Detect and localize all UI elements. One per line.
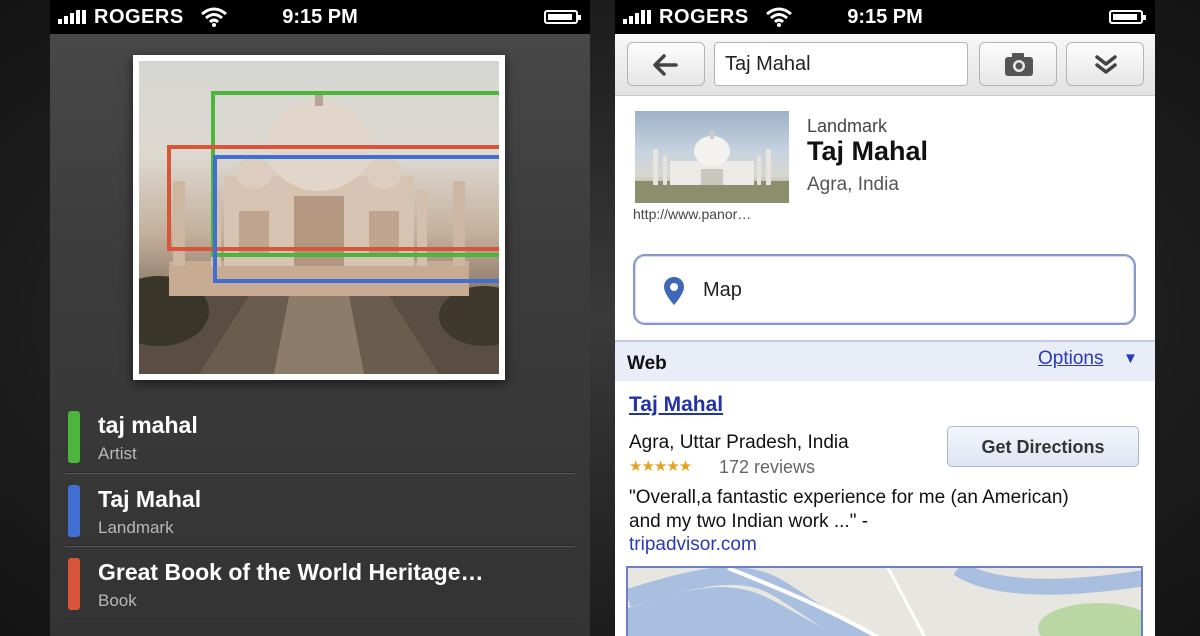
results-list: taj mahal Artist Taj Mahal Landmark Grea… <box>65 400 575 619</box>
more-button[interactable] <box>1066 42 1144 86</box>
get-directions-button[interactable]: Get Directions <box>947 426 1139 467</box>
goggles-results-screen: ROGERS 9:15 PM taj mahal Artist Taj Maha… <box>50 0 590 636</box>
web-section-title: Web <box>627 353 667 374</box>
result-subtitle: Book <box>98 591 137 610</box>
result-color-bar <box>68 558 80 610</box>
entity-location: Agra, India <box>807 174 899 195</box>
battery-icon <box>544 10 581 24</box>
result-title: Taj Mahal <box>98 486 202 512</box>
web-result-title-link[interactable]: Taj Mahal <box>629 393 723 417</box>
result-item-landmark[interactable]: Taj Mahal Landmark <box>65 473 575 546</box>
battery-icon <box>1109 10 1146 24</box>
result-color-bar <box>68 485 80 537</box>
web-section-header: Web Options ▼ <box>615 340 1155 381</box>
star-rating: ★★★★★ <box>629 458 692 475</box>
result-color-bar <box>68 411 80 463</box>
result-subtitle: Artist <box>98 444 137 463</box>
double-chevron-down-icon <box>1095 55 1117 74</box>
status-bar: ROGERS 9:15 PM <box>50 0 590 34</box>
entity-thumbnail[interactable] <box>635 111 789 203</box>
web-result-snippet: "Overall,a fantastic experience for me (… <box>629 487 1069 532</box>
thumbnail-source-url[interactable]: http://www.panor… <box>633 206 751 222</box>
result-title: Great Book of the World Heritage… <box>98 559 484 585</box>
map-button-label: Map <box>703 279 742 301</box>
result-subtitle: Landmark <box>98 518 174 537</box>
entity-title: Taj Mahal <box>807 136 929 166</box>
entity-type: Landmark <box>807 116 888 136</box>
arrow-left-icon <box>653 54 678 76</box>
web-result-address: Agra, Uttar Pradesh, India <box>629 432 849 453</box>
camera-button[interactable] <box>979 42 1057 86</box>
search-toolbar <box>615 34 1155 96</box>
result-item-artist[interactable]: taj mahal Artist <box>65 400 575 473</box>
detection-box-blue[interactable] <box>213 155 499 283</box>
options-link[interactable]: Options <box>1038 348 1103 370</box>
map-preview-graphic <box>628 568 1141 636</box>
review-count[interactable]: 172 reviews <box>719 457 815 478</box>
search-results-screen: ROGERS 9:15 PM Taj Mahal http://www.pano… <box>615 0 1155 636</box>
result-title: taj mahal <box>98 412 198 438</box>
taj-mahal-thumbnail <box>635 131 789 203</box>
status-bar: ROGERS 9:15 PM <box>615 0 1155 34</box>
result-item-book[interactable]: Great Book of the World Heritage… Book <box>65 546 575 619</box>
status-time: 9:15 PM <box>282 6 358 28</box>
back-button[interactable] <box>627 42 705 86</box>
status-time: 9:15 PM <box>847 6 923 28</box>
camera-icon <box>1005 53 1033 76</box>
photo-image <box>139 61 499 374</box>
search-input[interactable] <box>714 42 968 86</box>
captured-photo[interactable] <box>133 55 505 380</box>
web-result-source-link[interactable]: tripadvisor.com <box>629 534 757 556</box>
map-pin-icon <box>664 277 684 305</box>
entity-card[interactable]: http://www.panor… Landmark Taj Mahal Agr… <box>615 96 1155 246</box>
options-caret-icon[interactable]: ▼ <box>1123 350 1138 367</box>
map-button[interactable]: Map <box>633 254 1136 325</box>
map-preview[interactable] <box>626 566 1143 636</box>
